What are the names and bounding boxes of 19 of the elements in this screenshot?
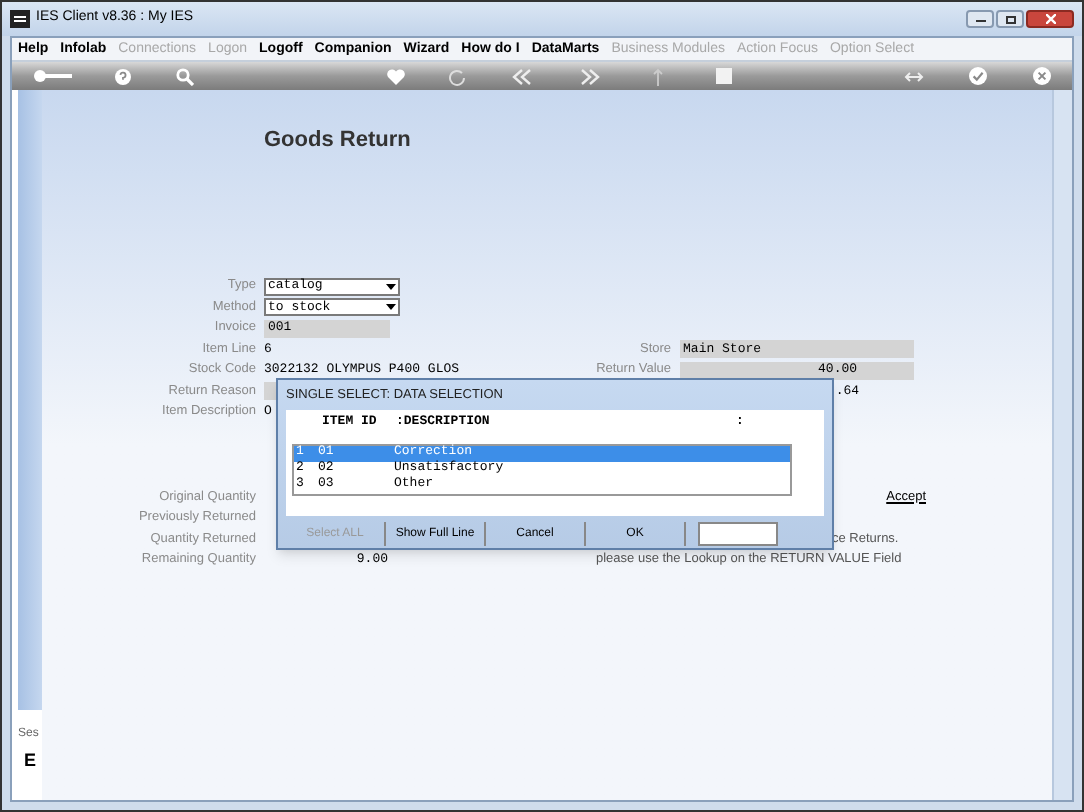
double-left-icon[interactable]: [512, 67, 532, 85]
side-panel-text: E: [24, 752, 39, 770]
up-arrow-icon[interactable]: [652, 67, 664, 85]
input-field[interactable]: [698, 521, 778, 545]
maximize-button[interactable]: [996, 10, 1024, 28]
refresh-icon[interactable]: [448, 67, 466, 85]
close-button[interactable]: [1026, 10, 1074, 28]
minimize-button[interactable]: [966, 10, 994, 28]
app-icon: [10, 10, 30, 28]
check-icon[interactable]: [968, 66, 988, 86]
close-icon[interactable]: [1032, 66, 1052, 86]
page-title: Goods Return: [264, 130, 413, 152]
heart-icon[interactable]: [386, 67, 406, 85]
search-icon[interactable]: [176, 67, 194, 85]
double-right-icon[interactable]: [580, 67, 600, 85]
close-icon: [1045, 14, 1055, 24]
key-icon[interactable]: [32, 68, 72, 84]
swap-icon[interactable]: [904, 67, 924, 85]
help-icon[interactable]: [114, 67, 132, 85]
